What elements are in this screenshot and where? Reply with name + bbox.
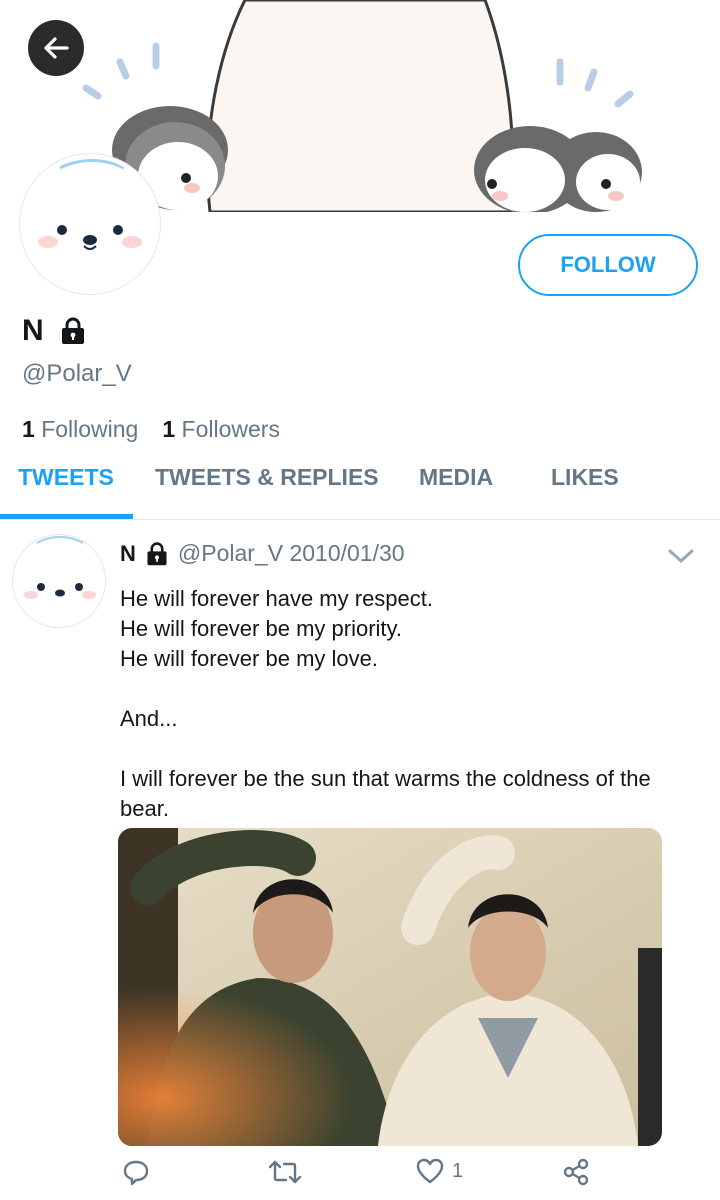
tweet-line: And... xyxy=(120,706,178,731)
tab-likes[interactable]: LIKES xyxy=(551,464,619,491)
tweet-options-button[interactable] xyxy=(666,546,696,571)
tweet-line: I will forever be the sun that warms the… xyxy=(120,766,651,821)
tab-media[interactable]: MEDIA xyxy=(419,464,493,491)
following-stat[interactable]: 1 Following xyxy=(22,416,138,443)
profile-avatar[interactable] xyxy=(20,154,160,294)
followers-count: 1 xyxy=(162,416,176,442)
share-icon xyxy=(563,1158,589,1186)
lock-icon xyxy=(61,317,84,344)
share-button[interactable] xyxy=(562,1158,590,1186)
tweet-photo[interactable] xyxy=(118,828,662,1146)
tweet-photo-image xyxy=(118,828,662,1146)
tweet-line: He will forever be my priority. xyxy=(120,616,402,641)
reply-icon xyxy=(123,1160,149,1186)
like-button[interactable]: 1 xyxy=(416,1158,463,1184)
tweet-handle-date: @Polar_V 2010/01/30 xyxy=(177,540,405,566)
heart-icon xyxy=(416,1158,444,1184)
profile-handle: @Polar_V xyxy=(22,360,132,387)
profile-stats: 1 Following 1 Followers xyxy=(22,416,280,443)
active-tab-indicator xyxy=(0,514,133,519)
followers-stat[interactable]: 1 Followers xyxy=(162,416,280,443)
following-label: Following xyxy=(41,416,139,442)
display-name-text: N xyxy=(22,314,44,347)
following-count: 1 xyxy=(22,416,35,442)
lock-icon xyxy=(147,541,167,565)
like-count: 1 xyxy=(452,1159,464,1182)
profile-display-name: N xyxy=(22,314,88,348)
tweet-line: He will forever have my respect. xyxy=(120,586,433,611)
tweet-line xyxy=(120,734,700,764)
tweet-line: He will forever be my love. xyxy=(120,646,378,671)
tab-tweets-and-replies[interactable]: TWEETS & REPLIES xyxy=(155,464,379,491)
tweet-text: He will forever have my respect. He will… xyxy=(120,584,700,824)
follow-button[interactable]: FOLLOW xyxy=(518,234,698,296)
tweet-actions: 1 xyxy=(0,1152,720,1196)
polar-bear-avatar-image xyxy=(24,158,156,290)
polar-bear-avatar-image xyxy=(24,536,96,599)
tab-tweets[interactable]: TWEETS xyxy=(18,464,114,491)
tweet-header: N @Polar_V 2010/01/30 xyxy=(120,540,405,567)
reply-button[interactable] xyxy=(122,1158,150,1186)
retweet-icon xyxy=(268,1160,302,1184)
retweet-button[interactable] xyxy=(268,1158,302,1186)
back-button[interactable] xyxy=(28,20,84,76)
back-arrow-icon xyxy=(44,37,69,59)
tweet-avatar[interactable] xyxy=(12,534,106,628)
profile-tabs: TWEETS TWEETS & REPLIES MEDIA LIKES xyxy=(0,450,720,520)
chevron-down-icon xyxy=(668,549,694,564)
followers-label: Followers xyxy=(181,416,280,442)
tweet-author-name[interactable]: N xyxy=(120,541,136,567)
tweet-line xyxy=(120,674,700,704)
